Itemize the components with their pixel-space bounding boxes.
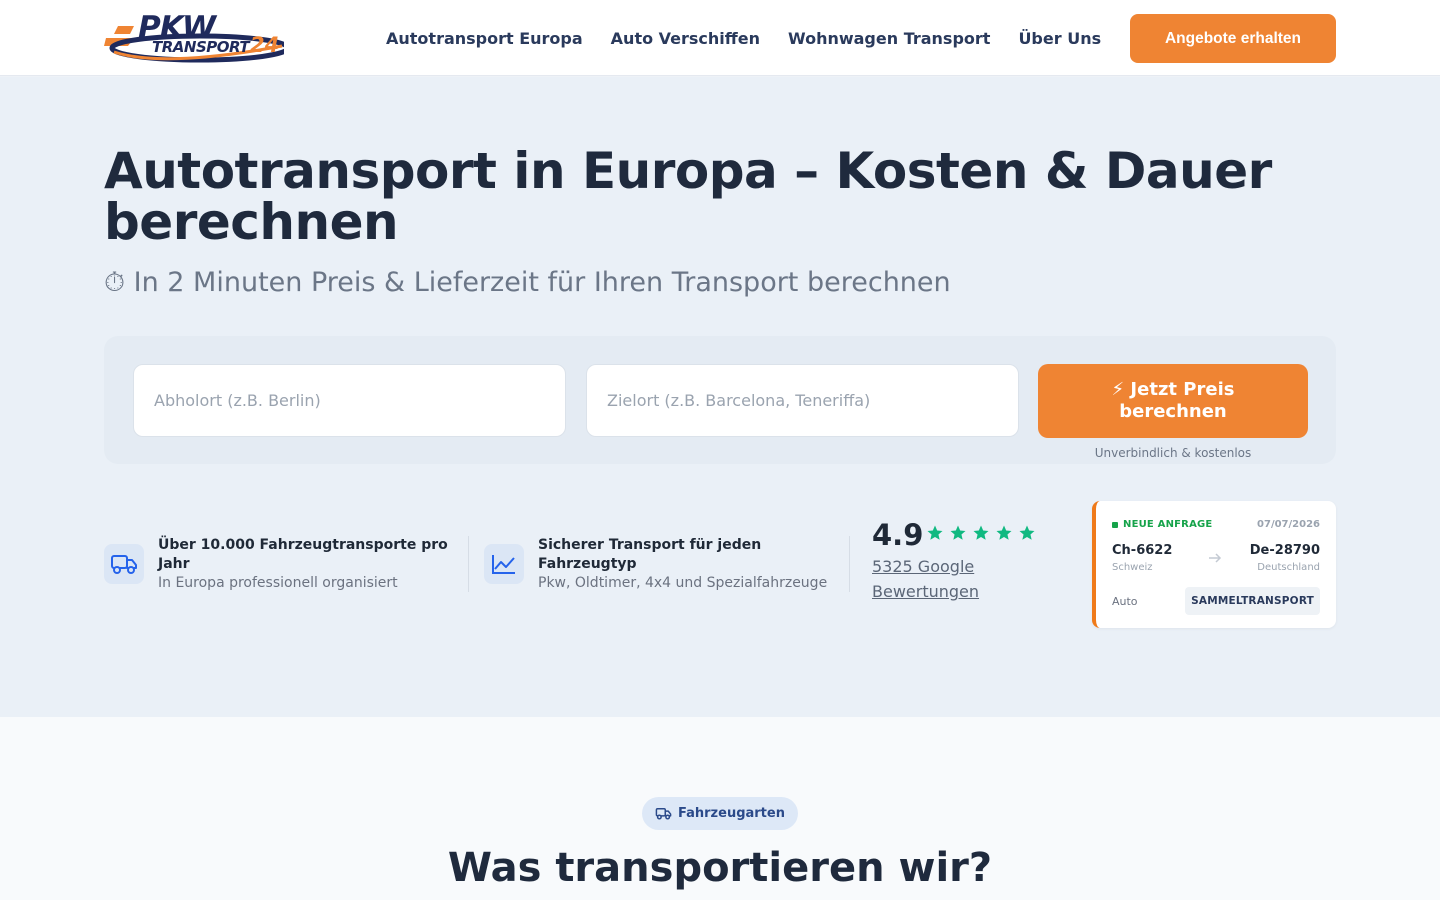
feature-title-safe: Sicherer Transport für jeden Fahrzeugtyp — [538, 537, 762, 572]
request-date: 07/07/2026 — [1257, 519, 1320, 530]
star-icon — [1019, 525, 1035, 540]
chart-icon — [484, 544, 524, 584]
nav-item-auto-verschiffen[interactable]: Auto Verschiffen — [611, 29, 760, 48]
hero-subtitle: ⏱ In 2 Minuten Preis & Lieferzeit für Ih… — [104, 267, 951, 298]
arrow-right-icon — [1208, 549, 1222, 568]
star-icon — [927, 525, 943, 540]
feature-divider — [468, 536, 469, 592]
new-request-label: NEUE ANFRAGE — [1123, 519, 1213, 530]
request-transport-tag: SAMMELTRANSPORT — [1185, 587, 1320, 615]
star-icon — [973, 525, 989, 540]
nav-item-wohnwagen-transport[interactable]: Wohnwagen Transport — [788, 29, 990, 48]
page-title: Autotransport in Europa – Kosten & Dauer… — [104, 142, 1272, 251]
brand-logo[interactable]: PKW TRANSPORT 24 — [104, 10, 291, 64]
new-request-badge: NEUE ANFRAGE — [1112, 519, 1212, 530]
rating-stars — [926, 524, 1036, 542]
rating-score: 4.9 — [872, 518, 924, 552]
section-pill: Fahrzeugarten — [642, 797, 798, 830]
feature-desc-transports: In Europa professionell organisiert — [158, 575, 398, 591]
main-nav: Autotransport Europa Auto Verschiffen Wo… — [386, 0, 1129, 76]
calculate-price-button[interactable]: ⚡ Jetzt Preis berechnen — [1038, 364, 1308, 438]
truck-icon — [104, 544, 144, 584]
request-from-code: Ch-6622 — [1112, 543, 1173, 558]
section-pill-label: Fahrzeugarten — [678, 806, 785, 821]
section-title: Was transportieren wir? — [447, 845, 993, 891]
google-reviews-link[interactable]: 5325 Google Bewertungen — [872, 554, 1032, 604]
request-to-country: Deutschland — [1257, 562, 1320, 573]
logo-text-bottom: TRANSPORT — [152, 38, 250, 56]
nav-item-autotransport-europa[interactable]: Autotransport Europa — [386, 29, 583, 48]
request-from-country: Schweiz — [1112, 562, 1153, 573]
site-header: PKW TRANSPORT 24 Autotransport Europa Au… — [0, 0, 1440, 76]
logo-text-number: 24 — [250, 33, 280, 57]
star-icon — [950, 525, 966, 540]
get-offers-button[interactable]: Angebote erhalten — [1130, 14, 1336, 63]
destination-input[interactable]: Zielort (z.B. Barcelona, Teneriffa) — [586, 364, 1019, 437]
request-to-code: De-28790 — [1249, 543, 1320, 558]
feature-title-transports: Über 10.000 Fahrzeugtransporte pro Jahr — [158, 537, 448, 572]
calculate-note: Unverbindlich & kostenlos — [1094, 446, 1252, 460]
status-dot-icon — [1112, 521, 1118, 528]
request-vehicle-type: Auto — [1112, 595, 1138, 608]
nav-item-ueber-uns[interactable]: Über Uns — [1018, 29, 1101, 48]
feature-desc-safe: Pkw, Oldtimer, 4x4 und Spezialfahrzeuge — [538, 575, 828, 591]
truck-icon — [655, 808, 672, 820]
pickup-location-input[interactable]: Abholort (z.B. Berlin) — [133, 364, 566, 437]
recent-request-card: NEUE ANFRAGE 07/07/2026 Ch-6622 Schweiz … — [1092, 501, 1336, 628]
feature-divider — [849, 536, 850, 592]
star-icon — [996, 525, 1012, 540]
